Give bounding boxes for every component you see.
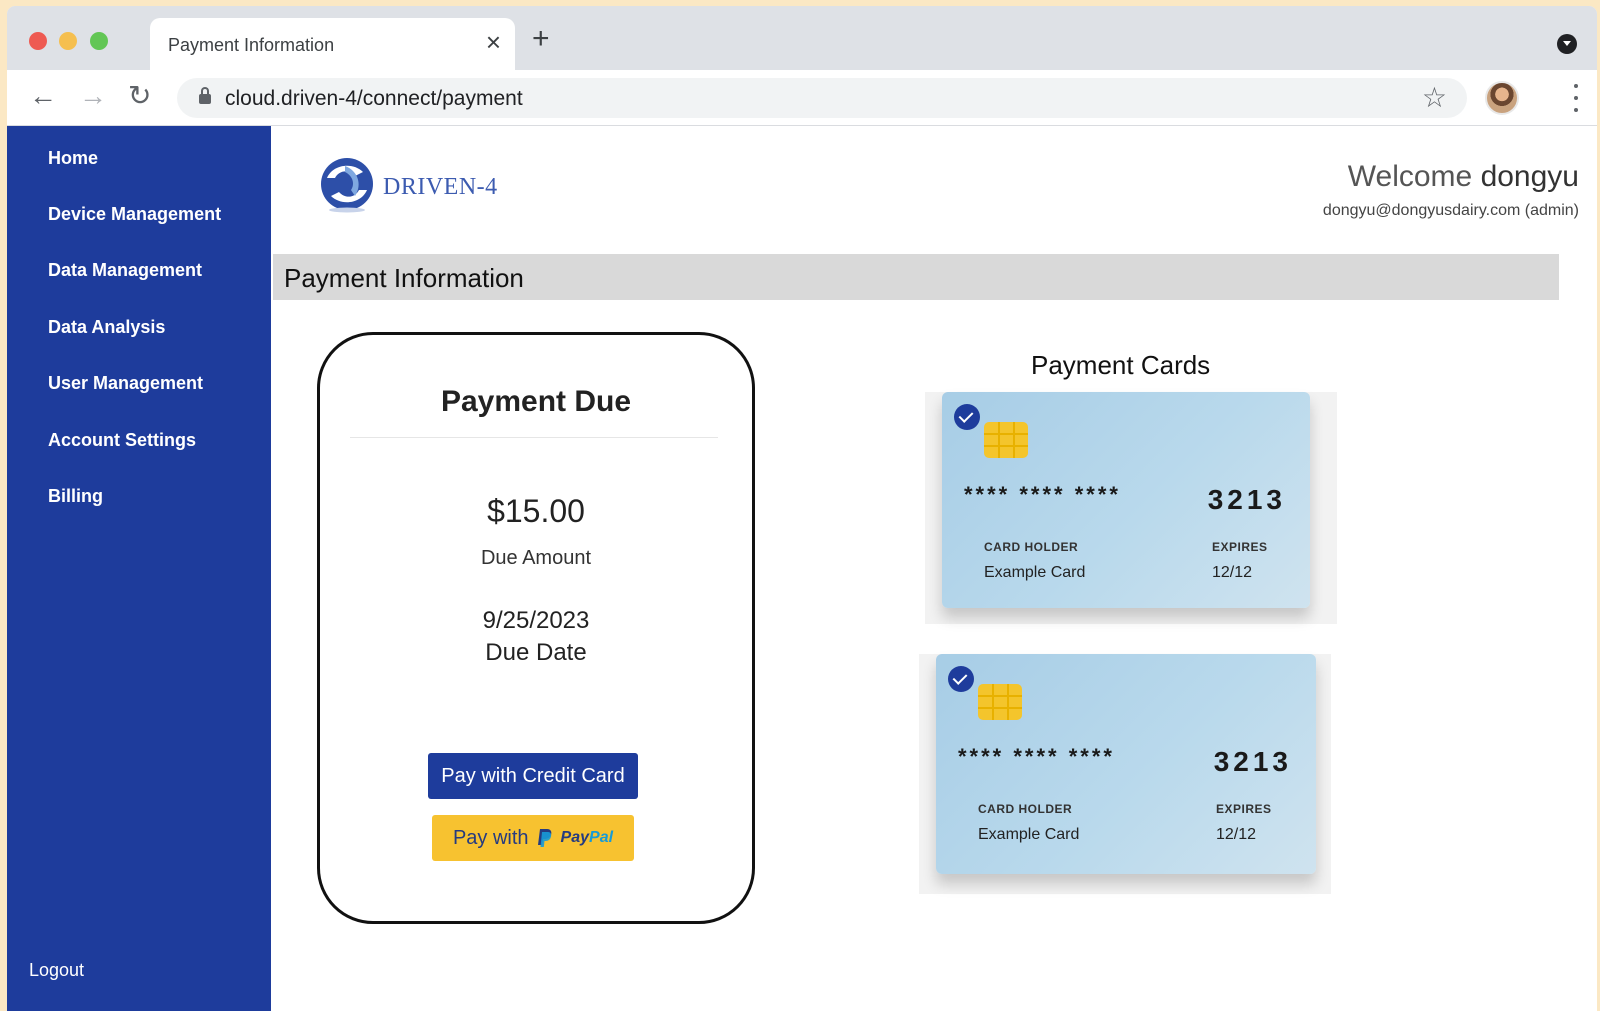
star-icon[interactable]: ☆ [1422, 81, 1447, 115]
payment-card-container: **** **** **** 3213 CARD HOLDER Example … [925, 392, 1337, 624]
tab-bar: Payment Information × + [7, 6, 1597, 70]
card-holder-name: Example Card [984, 564, 1086, 581]
avatar[interactable] [1485, 81, 1519, 115]
minimize-window-button[interactable] [59, 32, 77, 50]
logout-link[interactable]: Logout [29, 960, 84, 981]
forward-arrow-icon[interactable]: → [79, 81, 107, 111]
logo-text: DRIVEN-4 [383, 174, 498, 200]
payment-due-panel: Payment Due $15.00 Due Amount 9/25/2023 … [317, 332, 755, 924]
sidebar-item-home[interactable]: Home [48, 148, 98, 169]
card-expires-label: EXPIRES [1212, 540, 1268, 554]
due-date: 9/25/2023 [482, 607, 590, 634]
close-icon[interactable]: × [486, 29, 501, 55]
chip-icon [978, 684, 1022, 720]
card-last4: 3213 [1207, 484, 1286, 515]
pay-with-paypal-button[interactable]: Pay with PayPal [432, 815, 634, 861]
divider [350, 437, 718, 438]
check-icon[interactable] [954, 404, 980, 430]
sidebar-item-data-management[interactable]: Data Management [48, 260, 202, 281]
card-expiry: 12/12 [1216, 826, 1257, 843]
chip-icon [984, 422, 1028, 458]
browser-toolbar: ← → ↻ cloud.driven-4/connect/payment ☆ [7, 70, 1597, 126]
lock-icon[interactable] [199, 87, 211, 104]
card-expires-label: EXPIRES [1216, 802, 1272, 816]
back-arrow-icon[interactable]: ← [29, 81, 57, 111]
card-expiry: 12/12 [1212, 564, 1253, 581]
payment-cards-title: Payment Cards [1031, 350, 1211, 380]
sidebar-item-data-analysis[interactable]: Data Analysis [48, 317, 165, 338]
due-amount: $15.00 [487, 493, 585, 529]
card-number-masked: **** **** **** [964, 482, 1121, 507]
paypal-wordmark: PayPal [560, 829, 614, 846]
username: dongyu [1480, 160, 1579, 193]
due-date-label: Due Date [485, 639, 587, 666]
sidebar-item-user-management[interactable]: User Management [48, 373, 203, 394]
payment-card[interactable]: **** **** **** 3213 CARD HOLDER Example … [936, 654, 1316, 874]
welcome-prefix: Welcome [1347, 160, 1473, 193]
tab-title: Payment Information [168, 35, 335, 55]
payment-due-title: Payment Due [440, 385, 632, 418]
main-content: DRIVEN-4 Welcome dongyu dongyu@dongyusda… [271, 126, 1597, 1011]
card-last4: 3213 [1213, 746, 1292, 777]
card-number-masked: **** **** **** [958, 744, 1115, 769]
page-title: Payment Information [284, 263, 524, 293]
due-amount-label: Due Amount [480, 547, 592, 569]
card-holder-label: CARD HOLDER [984, 540, 1079, 554]
sidebar-item-account-settings[interactable]: Account Settings [48, 430, 196, 451]
close-window-button[interactable] [29, 32, 47, 50]
plus-icon[interactable]: + [532, 24, 550, 54]
payment-card[interactable]: **** **** **** 3213 CARD HOLDER Example … [942, 392, 1310, 608]
check-icon[interactable] [948, 666, 974, 692]
paypal-prefix: Pay with [452, 826, 529, 849]
browser-window: Payment Information × + ← → ↻ cloud.driv… [7, 6, 1597, 1011]
url-text[interactable]: cloud.driven-4/connect/payment [225, 87, 523, 111]
reload-icon[interactable]: ↻ [128, 81, 151, 111]
page-title-bar: Payment Information [273, 254, 1559, 300]
welcome-message: Welcome dongyu [1348, 160, 1579, 194]
browser-tab[interactable]: Payment Information × [150, 18, 515, 70]
sidebar: Home Device Management Data Management D… [7, 126, 271, 1011]
paypal-icon [537, 829, 551, 847]
card-holder-label: CARD HOLDER [978, 802, 1073, 816]
address-bar[interactable]: cloud.driven-4/connect/payment ☆ [177, 78, 1467, 118]
sidebar-item-device-management[interactable]: Device Management [48, 204, 221, 225]
payment-card-container: **** **** **** 3213 CARD HOLDER Example … [919, 654, 1331, 894]
driven-logo-icon [321, 158, 373, 213]
profile-menu-icon[interactable] [1557, 34, 1577, 54]
user-email: dongyu@dongyusdairy.com (admin) [1322, 202, 1579, 219]
maximize-window-button[interactable] [90, 32, 108, 50]
sidebar-item-billing[interactable]: Billing [48, 486, 103, 507]
kebab-menu-icon[interactable] [1573, 84, 1579, 112]
pay-with-credit-card-button[interactable]: Pay with Credit Card [428, 753, 638, 799]
card-holder-name: Example Card [978, 826, 1080, 843]
